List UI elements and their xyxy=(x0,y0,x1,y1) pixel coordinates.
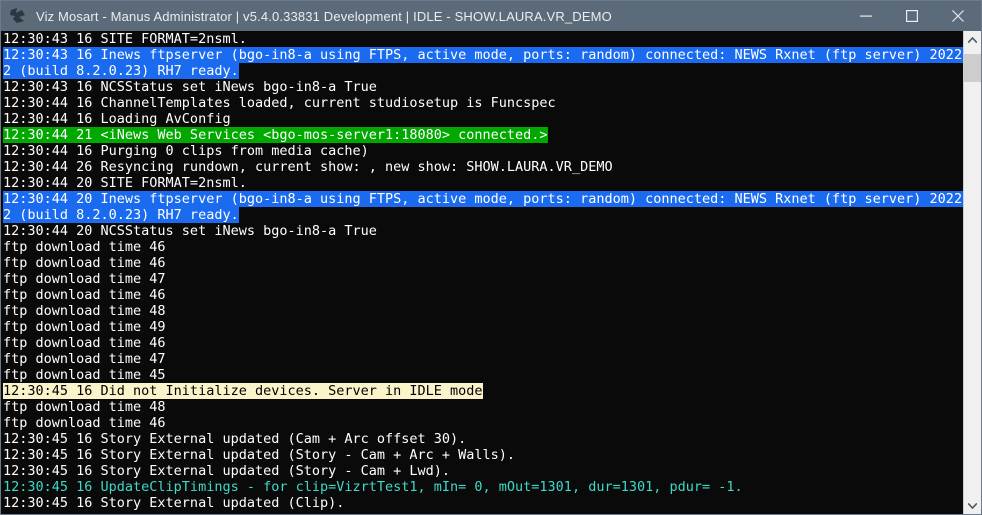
window-title: Viz Mosart - Manus Administrator | v5.4.… xyxy=(36,9,612,24)
log-scrollbar[interactable] xyxy=(963,31,981,514)
log-line-text: 12:30:45 16 Did not Initialize devices. … xyxy=(3,383,483,399)
log-line-text: 12:30:45 16 Story External updated (Cam … xyxy=(3,431,466,447)
close-button[interactable] xyxy=(935,1,981,31)
log-line[interactable]: 12:30:44 20 SITE FORMAT=2nsml. xyxy=(1,175,963,191)
log-line[interactable]: ftp download time 49 xyxy=(1,319,963,335)
log-line[interactable]: 12:30:44 20 NCSStatus set iNews bgo-in8-… xyxy=(1,223,963,239)
log-line[interactable]: ftp download time 48 xyxy=(1,399,963,415)
close-icon xyxy=(952,10,964,22)
maximize-icon xyxy=(906,10,918,22)
log-line-text: 12:30:44 21 <iNews Web Services <bgo-mos… xyxy=(3,127,548,143)
log-line-text: ftp download time 48 xyxy=(3,399,166,415)
log-line-wrapped[interactable]: 2 (build 8.2.0.23) RH7 ready. xyxy=(1,63,963,79)
log-line[interactable]: ftp download time 47 xyxy=(1,351,963,367)
log-line-text-highlighted: 12:30:44 20 Inews ftpserver (bgo-in8-a u… xyxy=(3,191,963,207)
log-line-text-highlighted: 2 (build 8.2.0.23) RH7 ready. xyxy=(3,63,239,79)
log-line[interactable]: 12:30:44 16 Loading AvConfig xyxy=(1,111,963,127)
log-line-text: 12:30:44 20 SITE FORMAT=2nsml. xyxy=(3,175,247,191)
scrollbar-track[interactable] xyxy=(964,48,981,497)
minimize-icon xyxy=(860,10,872,22)
log-line[interactable]: 12:30:43 16 SITE FORMAT=2nsml. xyxy=(1,31,963,47)
log-line-text: ftp download time 46 xyxy=(3,335,166,351)
log-line[interactable]: 12:30:43 16 NCSStatus set iNews bgo-in8-… xyxy=(1,79,963,95)
log-line[interactable]: 12:30:44 16 Purging 0 clips from media c… xyxy=(1,143,963,159)
log-output-panel[interactable]: 12:30:43 16 SITE FORMAT=2nsml.12:30:43 1… xyxy=(1,31,963,514)
log-line[interactable]: 12:30:44 26 Resyncing rundown, current s… xyxy=(1,159,963,175)
log-line-text-highlighted: 12:30:43 16 Inews ftpserver (bgo-in8-a u… xyxy=(3,47,963,63)
log-line-text: ftp download time 46 xyxy=(3,415,166,431)
log-line-text: 12:30:44 16 ChannelTemplates loaded, cur… xyxy=(3,95,556,111)
application-window: Viz Mosart - Manus Administrator | v5.4.… xyxy=(0,0,982,515)
log-line[interactable]: ftp download time 46 xyxy=(1,287,963,303)
log-line-text: ftp download time 49 xyxy=(3,319,166,335)
log-line[interactable]: 12:30:45 16 Did not Initialize devices. … xyxy=(1,383,963,399)
log-line-text: 12:30:45 16 UpdateClipTimings - for clip… xyxy=(3,479,743,495)
log-line[interactable]: ftp download time 48 xyxy=(1,303,963,319)
log-line[interactable]: 12:30:45 16 UpdateClipTimings - for clip… xyxy=(1,479,963,495)
log-line-text: ftp download time 46 xyxy=(3,255,166,271)
log-line-text: 12:30:43 16 SITE FORMAT=2nsml. xyxy=(3,31,247,47)
maximize-button[interactable] xyxy=(889,1,935,31)
log-line-text: ftp download time 48 xyxy=(3,303,166,319)
log-line-text: 12:30:44 16 Loading AvConfig xyxy=(3,111,231,127)
log-line[interactable]: 12:30:44 16 ChannelTemplates loaded, cur… xyxy=(1,95,963,111)
log-line[interactable]: 12:30:45 16 Story External updated (Stor… xyxy=(1,447,963,463)
log-line-text: 12:30:45 16 Story External updated (Clip… xyxy=(3,495,344,511)
chevron-down-icon xyxy=(968,503,977,509)
log-line-text: ftp download time 46 xyxy=(3,239,166,255)
log-line[interactable]: 12:30:44 20 Inews ftpserver (bgo-in8-a u… xyxy=(1,191,963,207)
log-line[interactable]: ftp download time 46 xyxy=(1,255,963,271)
log-line[interactable]: 12:30:45 16 Story External updated (Cam … xyxy=(1,431,963,447)
title-bar[interactable]: Viz Mosart - Manus Administrator | v5.4.… xyxy=(1,1,981,31)
log-line-text: ftp download time 46 xyxy=(3,287,166,303)
viz-mosart-logo-icon xyxy=(8,6,28,26)
window-controls xyxy=(843,1,981,31)
scrollbar-down-button[interactable] xyxy=(964,497,981,514)
log-line[interactable]: 12:30:44 21 <iNews Web Services <bgo-mos… xyxy=(1,127,963,143)
log-line[interactable]: ftp download time 47 xyxy=(1,271,963,287)
scrollbar-up-button[interactable] xyxy=(964,31,981,48)
log-line[interactable]: 12:30:45 16 Story External updated (Stor… xyxy=(1,463,963,479)
log-line-text: ftp download time 45 xyxy=(3,367,166,383)
log-line-text-highlighted: 2 (build 8.2.0.23) RH7 ready. xyxy=(3,207,239,223)
log-line-text: ftp download time 47 xyxy=(3,351,166,367)
log-line-text: 12:30:45 16 Story External updated (Stor… xyxy=(3,447,515,463)
scrollbar-thumb[interactable] xyxy=(964,54,981,82)
log-line-text: 12:30:44 20 NCSStatus set iNews bgo-in8-… xyxy=(3,223,377,239)
log-line-text: 12:30:44 26 Resyncing rundown, current s… xyxy=(3,159,613,175)
log-line-text: 12:30:43 16 NCSStatus set iNews bgo-in8-… xyxy=(3,79,377,95)
window-body: 12:30:43 16 SITE FORMAT=2nsml.12:30:43 1… xyxy=(1,31,981,514)
chevron-up-icon xyxy=(968,37,977,43)
log-line[interactable]: 12:30:43 16 Inews ftpserver (bgo-in8-a u… xyxy=(1,47,963,63)
log-line-wrapped[interactable]: 2 (build 8.2.0.23) RH7 ready. xyxy=(1,207,963,223)
log-line[interactable]: ftp download time 46 xyxy=(1,239,963,255)
log-line-text: 12:30:45 16 Story External updated (Stor… xyxy=(3,463,450,479)
log-line[interactable]: ftp download time 45 xyxy=(1,367,963,383)
log-line[interactable]: 12:30:45 16 Story External updated (Clip… xyxy=(1,495,963,511)
log-line-text: ftp download time 47 xyxy=(3,271,166,287)
log-line[interactable]: ftp download time 46 xyxy=(1,335,963,351)
minimize-button[interactable] xyxy=(843,1,889,31)
log-line-text: 12:30:44 16 Purging 0 clips from media c… xyxy=(3,143,369,159)
log-line[interactable]: ftp download time 46 xyxy=(1,415,963,431)
